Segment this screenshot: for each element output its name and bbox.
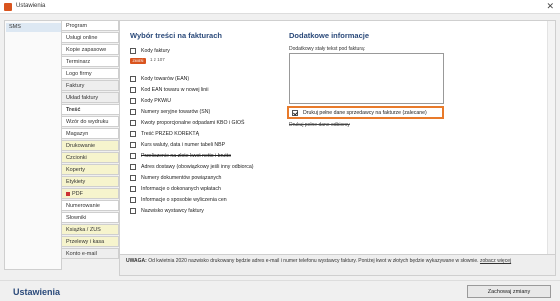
checkbox[interactable] — [130, 175, 136, 181]
nav-item-email-account[interactable]: Konto e-mail — [62, 248, 119, 259]
scrollbar[interactable] — [547, 21, 555, 254]
left-panel-item-sms[interactable]: SMS — [6, 23, 61, 32]
nav-item-backups[interactable]: Kopie zapasowe — [62, 44, 119, 55]
pdf-icon — [66, 191, 70, 196]
checkbox[interactable] — [130, 76, 136, 82]
checkbox[interactable] — [130, 153, 136, 159]
checkbox-checked[interactable] — [292, 110, 298, 116]
nav-item-calendar[interactable]: Terminarz — [62, 56, 119, 67]
nav-item-book-zus[interactable]: Książka / ZUS — [62, 224, 119, 235]
nav-item-invoices[interactable]: Faktury — [62, 80, 119, 91]
option-related-documents[interactable]: Numery dokumentów powiązanych — [130, 174, 280, 183]
checkbox[interactable] — [130, 186, 136, 192]
option-payments-info[interactable]: Informacje o dokonanych wpłatach — [130, 185, 280, 194]
nav-item-online-services[interactable]: Usługi online — [62, 32, 119, 43]
option-issuer-name[interactable]: Nazwisko wystawcy faktury — [130, 207, 280, 216]
settings-nav: Program Usługi online Kopie zapasowe Ter… — [62, 20, 119, 270]
checkbox[interactable] — [130, 164, 136, 170]
checkbox[interactable] — [130, 120, 136, 126]
title-bar: Ustawienia ✕ — [0, 0, 560, 14]
option-full-buyer-data[interactable]: Drukuj pełne dane odbiorcy — [289, 122, 350, 128]
badge-value: 1 z 107 — [150, 57, 165, 62]
checkbox[interactable] — [130, 142, 136, 148]
nav-item-dictionaries[interactable]: Słowniki — [62, 212, 119, 223]
option-exchange-rate[interactable]: Kurs waluty, data i numer tabeli NBP — [130, 141, 280, 150]
save-button[interactable]: Zachowaj zmiany — [467, 285, 551, 298]
option-waste-amounts[interactable]: Kwoty proporcjonalne odpadami KBO i GIOŚ — [130, 119, 280, 128]
change-badge-button[interactable]: ZMIEŃ — [130, 58, 146, 64]
checkbox[interactable] — [130, 197, 136, 203]
nav-item-invoice-layout[interactable]: Układ faktury — [62, 92, 119, 103]
nav-item-fonts[interactable]: Czcionki — [62, 152, 119, 163]
checkbox[interactable] — [130, 98, 136, 104]
checkbox[interactable] — [130, 208, 136, 214]
left-section-title: Wybór treści na fakturach — [130, 31, 222, 40]
right-section-title: Dodatkowe informacje — [289, 31, 370, 40]
option-pln-conversion[interactable]: Przeliczenie na złote kwot netto i brutt… — [130, 152, 280, 161]
checkbox[interactable] — [130, 131, 136, 137]
notice-link[interactable]: zobacz więcej — [480, 258, 511, 264]
checkbox[interactable] — [130, 48, 136, 54]
notice-text: Od kwietnia 2020 nazwisko drukowany będz… — [148, 258, 479, 264]
checkbox[interactable] — [130, 87, 136, 93]
option-ean-new-line[interactable]: Kod EAN towaru w nowej linii — [130, 86, 280, 95]
option-delivery-address[interactable]: Adres dostawy (obowiązkowy jeśli inny od… — [130, 163, 280, 172]
option-serial-numbers[interactable]: Numery seryjne towarów (SN) — [130, 108, 280, 117]
window-title: Ustawienia — [16, 3, 46, 9]
nav-item-warehouse[interactable]: Magazyn — [62, 128, 119, 139]
option-full-seller-data[interactable]: Drukuj pełne dane sprzedawcy na fakturze… — [292, 109, 427, 117]
footer: Ustawienia Zachowaj zmiany — [0, 280, 560, 301]
nav-item-content[interactable]: Treść — [62, 104, 119, 115]
option-price-calculation[interactable]: Informacje o sposobie wyliczenia cen — [130, 196, 280, 205]
footer-title: Ustawienia — [13, 287, 61, 297]
option-invoice-codes[interactable]: Kody faktury — [130, 47, 280, 56]
nav-item-pdf-label: PDF — [72, 191, 83, 197]
nav-item-labels[interactable]: Etykiety — [62, 176, 119, 187]
nav-item-transfers-cash[interactable]: Przelewy i kasa — [62, 236, 119, 247]
nav-item-program[interactable]: Program — [62, 20, 119, 31]
checkbox[interactable] — [130, 109, 136, 115]
left-panel: SMS — [4, 20, 62, 270]
option-pkwiu-codes[interactable]: Kody PKWiU — [130, 97, 280, 106]
app-icon — [4, 3, 12, 11]
nav-item-company-logo[interactable]: Logo firmy — [62, 68, 119, 79]
extra-text-field[interactable] — [289, 53, 444, 104]
option-ean-codes[interactable]: Kody towarów (EAN) — [130, 75, 280, 84]
notice-label: UWAGA: — [126, 258, 147, 264]
nav-item-envelopes[interactable]: Koperty — [62, 164, 119, 175]
nav-item-printing[interactable]: Drukowanie — [62, 140, 119, 151]
nav-item-numbering[interactable]: Numerowanie — [62, 200, 119, 211]
nav-item-print-template[interactable]: Wzór do wydruku — [62, 116, 119, 127]
nav-item-pdf[interactable]: PDF — [62, 188, 119, 199]
notice-bar: UWAGA: Od kwietnia 2020 nazwisko drukowa… — [119, 255, 556, 276]
extra-text-label: Dodatkowy stały tekst pod fakturą: — [289, 46, 366, 52]
option-before-correction[interactable]: Treść PRZED KOREKTĄ — [130, 130, 280, 139]
close-icon[interactable]: ✕ — [546, 1, 554, 12]
